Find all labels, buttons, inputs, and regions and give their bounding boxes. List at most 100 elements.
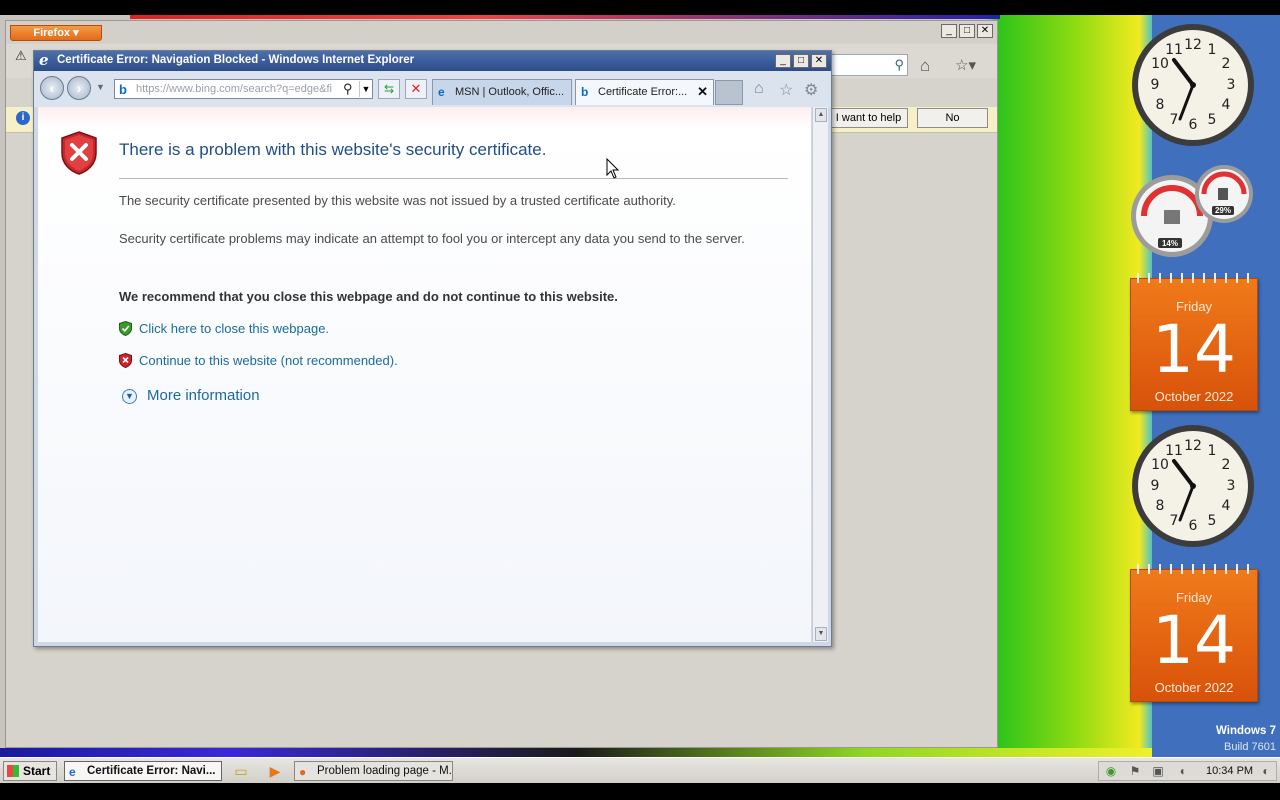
refresh-button[interactable]: ⇆ bbox=[378, 79, 400, 99]
close-button[interactable]: ✕ bbox=[977, 24, 993, 38]
i-want-to-help-button[interactable]: I want to help bbox=[829, 108, 908, 128]
mouse-cursor-icon bbox=[606, 158, 620, 179]
bing-tab-icon: b bbox=[581, 85, 589, 99]
tools-gear-icon[interactable]: ⚙ bbox=[804, 80, 818, 100]
new-tab-button[interactable] bbox=[715, 80, 743, 105]
svg-text:5: 5 bbox=[1208, 112, 1217, 128]
taskbar: Start e Certificate Error: Navi... ▭ ▶ ●… bbox=[0, 757, 1280, 783]
monitor-icon[interactable]: ▣ bbox=[1151, 764, 1165, 778]
address-input[interactable]: https://www.bing.com/search?q=edge&fi bbox=[136, 83, 336, 95]
calendar-gadget[interactable]: Friday 14 October 2022 bbox=[1130, 273, 1258, 411]
windows-build: Build 7601 bbox=[1224, 741, 1276, 753]
tab-certificate-error[interactable]: b Certificate Error:... ✕ bbox=[575, 79, 714, 105]
svg-text:10: 10 bbox=[1151, 457, 1169, 473]
page-title: There is a problem with this website's s… bbox=[119, 140, 547, 159]
svg-text:3: 3 bbox=[1227, 478, 1236, 494]
stop-button[interactable]: ✕ bbox=[405, 79, 427, 99]
scroll-up-button[interactable]: ▲ bbox=[815, 108, 827, 122]
home-icon[interactable]: ⌂ bbox=[920, 56, 930, 76]
volume-icon[interactable]: ◖ bbox=[1175, 764, 1189, 778]
green-shield-icon bbox=[119, 321, 132, 336]
search-icon[interactable]: ⚲ bbox=[894, 57, 904, 73]
continue-to-website-link[interactable]: Continue to this website (not recommende… bbox=[139, 353, 398, 368]
svg-text:12: 12 bbox=[1184, 37, 1202, 53]
svg-text:8: 8 bbox=[1156, 97, 1165, 113]
vertical-scrollbar[interactable]: ▲ ▼ bbox=[812, 107, 828, 642]
svg-text:6: 6 bbox=[1189, 117, 1198, 133]
firefox-window-controls: _ □ ✕ bbox=[941, 24, 993, 38]
network-icon[interactable]: ◉ bbox=[1104, 764, 1118, 778]
page-content: There is a problem with this website's s… bbox=[38, 107, 811, 642]
no-button[interactable]: No bbox=[917, 108, 988, 128]
svg-text:4: 4 bbox=[1222, 498, 1231, 514]
svg-text:10: 10 bbox=[1151, 56, 1169, 72]
more-information-link[interactable]: More information bbox=[147, 387, 260, 404]
windows-logo-icon bbox=[7, 765, 19, 777]
red-shield-icon bbox=[119, 353, 132, 368]
maximize-button[interactable]: □ bbox=[793, 54, 809, 68]
svg-text:9: 9 bbox=[1151, 478, 1160, 494]
minimize-button[interactable]: _ bbox=[941, 24, 957, 38]
clock-gadget[interactable]: 12 12 345 678 91011 bbox=[1130, 22, 1256, 148]
svg-text:3: 3 bbox=[1227, 77, 1236, 93]
clock-gadget[interactable]: 12 12 345 678 91011 bbox=[1130, 423, 1256, 549]
close-webpage-link[interactable]: Click here to close this webpage. bbox=[139, 321, 329, 336]
scroll-down-button[interactable]: ▼ bbox=[815, 627, 827, 641]
firefox-menu-button[interactable]: Firefox ▾ bbox=[10, 25, 102, 41]
flag-icon[interactable]: ⚑ bbox=[1128, 764, 1142, 778]
expand-chevron-icon[interactable]: ▼ bbox=[122, 389, 137, 404]
back-button[interactable]: ‹ bbox=[40, 76, 64, 100]
taskbar-item-ie[interactable]: e Certificate Error: Navi... bbox=[64, 761, 222, 781]
svg-text:6: 6 bbox=[1189, 518, 1198, 534]
svg-text:11: 11 bbox=[1165, 443, 1183, 459]
svg-text:1: 1 bbox=[1208, 443, 1217, 459]
firefox-titlebar[interactable]: Firefox ▾ _ □ ✕ bbox=[6, 21, 997, 43]
start-label: Start bbox=[23, 764, 51, 778]
svg-text:1: 1 bbox=[1208, 42, 1217, 58]
certificate-issue-text: The security certificate presented by th… bbox=[119, 193, 676, 208]
address-dropdown-icon[interactable]: ▼ bbox=[359, 81, 372, 97]
favorites-star-icon[interactable]: ☆ bbox=[779, 80, 793, 100]
calendar-month: October 2022 bbox=[1154, 389, 1234, 404]
svg-text:7: 7 bbox=[1170, 112, 1179, 128]
svg-text:9: 9 bbox=[1151, 77, 1160, 93]
svg-text:8: 8 bbox=[1156, 498, 1165, 514]
calendar-date: 14 bbox=[1152, 602, 1236, 679]
calendar-rings bbox=[1131, 273, 1257, 283]
ie-window[interactable]: e Certificate Error: Navigation Blocked … bbox=[33, 50, 832, 647]
media-player-icon[interactable]: ▶ bbox=[267, 763, 283, 779]
info-icon: i bbox=[16, 111, 30, 125]
calendar-rings bbox=[1131, 564, 1257, 574]
taskbar-item-firefox[interactable]: ● Problem loading page - M... bbox=[294, 761, 453, 781]
start-button[interactable]: Start bbox=[3, 761, 57, 781]
ie-logo-icon: e bbox=[69, 765, 76, 779]
search-icon[interactable]: ⚲ bbox=[343, 81, 353, 97]
desktop-stripe bbox=[130, 15, 1000, 19]
svg-text:2: 2 bbox=[1222, 457, 1231, 473]
divider bbox=[119, 178, 788, 179]
tab-msn[interactable]: e MSN | Outlook, Offic... bbox=[432, 79, 572, 105]
cpu-percent: 14% bbox=[1161, 239, 1178, 248]
calendar-date: 14 bbox=[1152, 311, 1236, 388]
address-bar[interactable]: b https://www.bing.com/search?q=edge&fi … bbox=[114, 79, 373, 99]
close-button[interactable]: ✕ bbox=[811, 54, 827, 68]
show-desktop-icon[interactable]: ◐ bbox=[1259, 764, 1273, 778]
ie-titlebar[interactable]: e Certificate Error: Navigation Blocked … bbox=[34, 51, 831, 71]
svg-text:11: 11 bbox=[1165, 42, 1183, 58]
firefox-logo-icon: ● bbox=[299, 765, 307, 779]
recent-pages-icon[interactable]: ▼ bbox=[96, 82, 105, 92]
bookmarks-icon[interactable]: ☆▾ bbox=[955, 56, 976, 74]
forward-button[interactable]: › bbox=[67, 76, 91, 100]
svg-text:4: 4 bbox=[1222, 97, 1231, 113]
taskbar-item-label: Certificate Error: Navi... bbox=[87, 765, 216, 777]
recommendation-text: We recommend that you close this webpage… bbox=[119, 289, 618, 304]
folder-icon[interactable]: ▭ bbox=[233, 763, 249, 779]
tab-close-icon[interactable]: ✕ bbox=[697, 80, 708, 104]
tray-clock[interactable]: 10:34 PM bbox=[1206, 765, 1253, 777]
maximize-button[interactable]: □ bbox=[959, 24, 975, 38]
minimize-button[interactable]: _ bbox=[775, 54, 791, 68]
calendar-gadget[interactable]: Friday 14 October 2022 bbox=[1130, 564, 1258, 702]
firefox-search-input[interactable]: ⚲ bbox=[822, 54, 908, 76]
home-icon[interactable]: ⌂ bbox=[754, 80, 764, 98]
cpu-meter-gadget[interactable] bbox=[1128, 164, 1256, 258]
